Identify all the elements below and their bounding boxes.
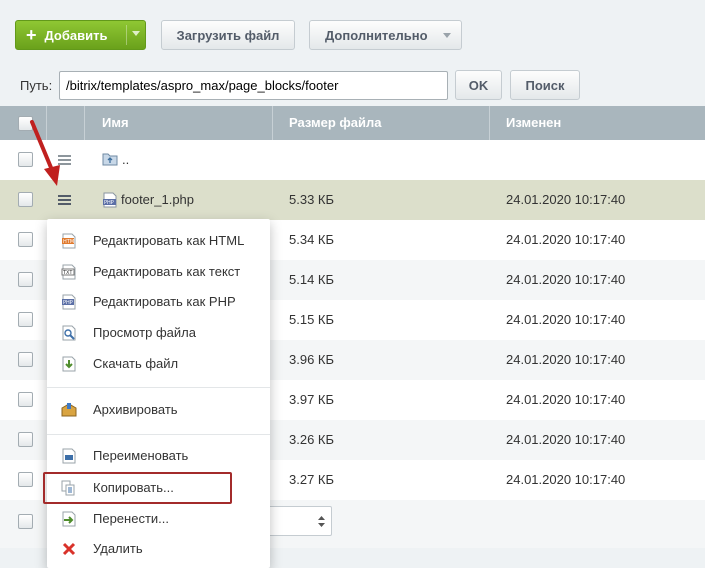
column-name-header[interactable]: Имя [102,106,129,140]
copy-highlight-box [43,472,232,504]
php-file-icon: PHP [103,192,117,208]
row-checkbox[interactable] [18,352,33,367]
file-size: 3.26 КБ [289,432,335,447]
parent-dir-label[interactable]: .. [122,140,129,180]
search-label: Поиск [525,77,565,93]
menu-item-edit-php[interactable]: PHP Редактировать как PHP [47,287,270,317]
menu-separator [47,434,270,435]
file-size: 5.14 КБ [289,272,335,287]
archive-icon [61,403,77,417]
chevron-down-icon[interactable] [132,31,140,36]
file-modified: 24.01.2020 10:17:40 [506,392,626,407]
upload-file-label: Загрузить файл [176,27,280,43]
menu-item-label: Удалить [93,541,143,556]
file-size: 5.34 КБ [289,232,335,247]
context-menu: HTM Редактировать как HTML TXT Редактиро… [47,219,270,568]
row-checkbox[interactable] [18,432,33,447]
file-size: 5.33 КБ [289,192,335,207]
path-label: Путь: [20,78,53,93]
download-icon [62,356,76,372]
svg-text:HTM: HTM [63,239,74,245]
add-button[interactable]: + Добавить [15,20,146,50]
more-button-label: Дополнительно [325,27,428,43]
add-button-divider [126,25,127,45]
edit-text-icon: TXT [61,264,76,280]
more-button[interactable]: Дополнительно [309,20,462,50]
column-modified-header[interactable]: Изменен [506,106,561,140]
menu-item-label: Архивировать [93,402,178,417]
row-checkbox[interactable] [18,472,33,487]
row-checkbox[interactable] [18,272,33,287]
plus-icon: + [26,25,37,45]
column-divider [84,106,85,140]
row-checkbox[interactable] [18,232,33,247]
row-checkbox[interactable] [18,152,33,167]
menu-item-label: Скачать файл [93,356,179,371]
row-checkbox[interactable] [18,312,33,327]
file-modified: 24.01.2020 10:17:40 [506,472,626,487]
menu-item-label: Редактировать как текст [93,264,241,279]
menu-item-move[interactable]: Перенести... [47,504,270,534]
table-row[interactable]: PHP footer_1.php 5.33 КБ 24.01.2020 10:1… [0,180,705,220]
file-modified: 24.01.2020 10:17:40 [506,352,626,367]
upload-file-button[interactable]: Загрузить файл [161,20,295,50]
table-row-parent[interactable]: .. [0,140,705,180]
menu-item-rename[interactable]: Переименовать [47,441,270,471]
ok-button[interactable]: OK [455,70,502,100]
select-all-bottom-checkbox[interactable] [18,514,33,529]
ok-label: OK [468,77,489,93]
delete-icon [62,542,76,556]
file-size: 3.96 КБ [289,352,335,367]
view-file-icon [62,325,76,341]
file-size: 3.97 КБ [289,392,335,407]
folder-up-icon [102,153,118,166]
menu-item-edit-html[interactable]: HTM Редактировать как HTML [47,226,270,256]
row-checkbox[interactable] [18,392,33,407]
file-modified: 24.01.2020 10:17:40 [506,272,626,287]
column-divider [489,106,490,140]
file-modified: 24.01.2020 10:17:40 [506,312,626,327]
edit-php-icon: PHP [62,294,76,310]
updown-arrow-icon [318,516,325,527]
file-modified: 24.01.2020 10:17:40 [506,192,626,207]
menu-item-label: Переименовать [93,448,189,463]
file-size: 5.15 КБ [289,312,335,327]
menu-item-archive[interactable]: Архивировать [47,395,270,425]
toolbar: + Добавить Загрузить файл Дополнительно [0,0,705,62]
column-divider [46,106,47,140]
rename-icon [62,448,76,464]
file-name[interactable]: footer_1.php [121,180,194,220]
move-icon [62,511,76,527]
menu-item-label: Перенести... [93,511,169,526]
edit-html-icon: HTM [62,233,76,249]
svg-text:PHP: PHP [63,300,73,306]
menu-item-label: Редактировать как PHP [93,294,236,309]
menu-item-label: Просмотр файла [93,325,196,340]
file-size: 3.27 КБ [289,472,335,487]
menu-separator [47,387,270,388]
menu-item-download[interactable]: Скачать файл [47,349,270,379]
table-header: Имя Размер файла Изменен [0,106,705,140]
path-input[interactable]: /bitrix/templates/aspro_max/page_blocks/… [59,71,448,100]
chevron-down-icon [443,33,451,38]
file-modified: 24.01.2020 10:17:40 [506,432,626,447]
menu-item-label: Редактировать как HTML [93,233,245,248]
row-checkbox[interactable] [18,192,33,207]
row-menu-icon[interactable] [58,195,71,206]
row-menu-icon[interactable] [58,155,71,166]
column-size-header[interactable]: Размер файла [289,106,382,140]
menu-item-view-file[interactable]: Просмотр файла [47,318,270,348]
add-button-label: Добавить [44,27,108,43]
file-modified: 24.01.2020 10:17:40 [506,232,626,247]
search-button[interactable]: Поиск [510,70,580,100]
select-all-checkbox[interactable] [18,116,33,131]
menu-item-delete[interactable]: Удалить [47,534,270,564]
menu-item-edit-text[interactable]: TXT Редактировать как текст [47,257,270,287]
column-divider [272,106,273,140]
svg-text:TXT: TXT [62,270,73,276]
svg-text:PHP: PHP [104,200,114,206]
